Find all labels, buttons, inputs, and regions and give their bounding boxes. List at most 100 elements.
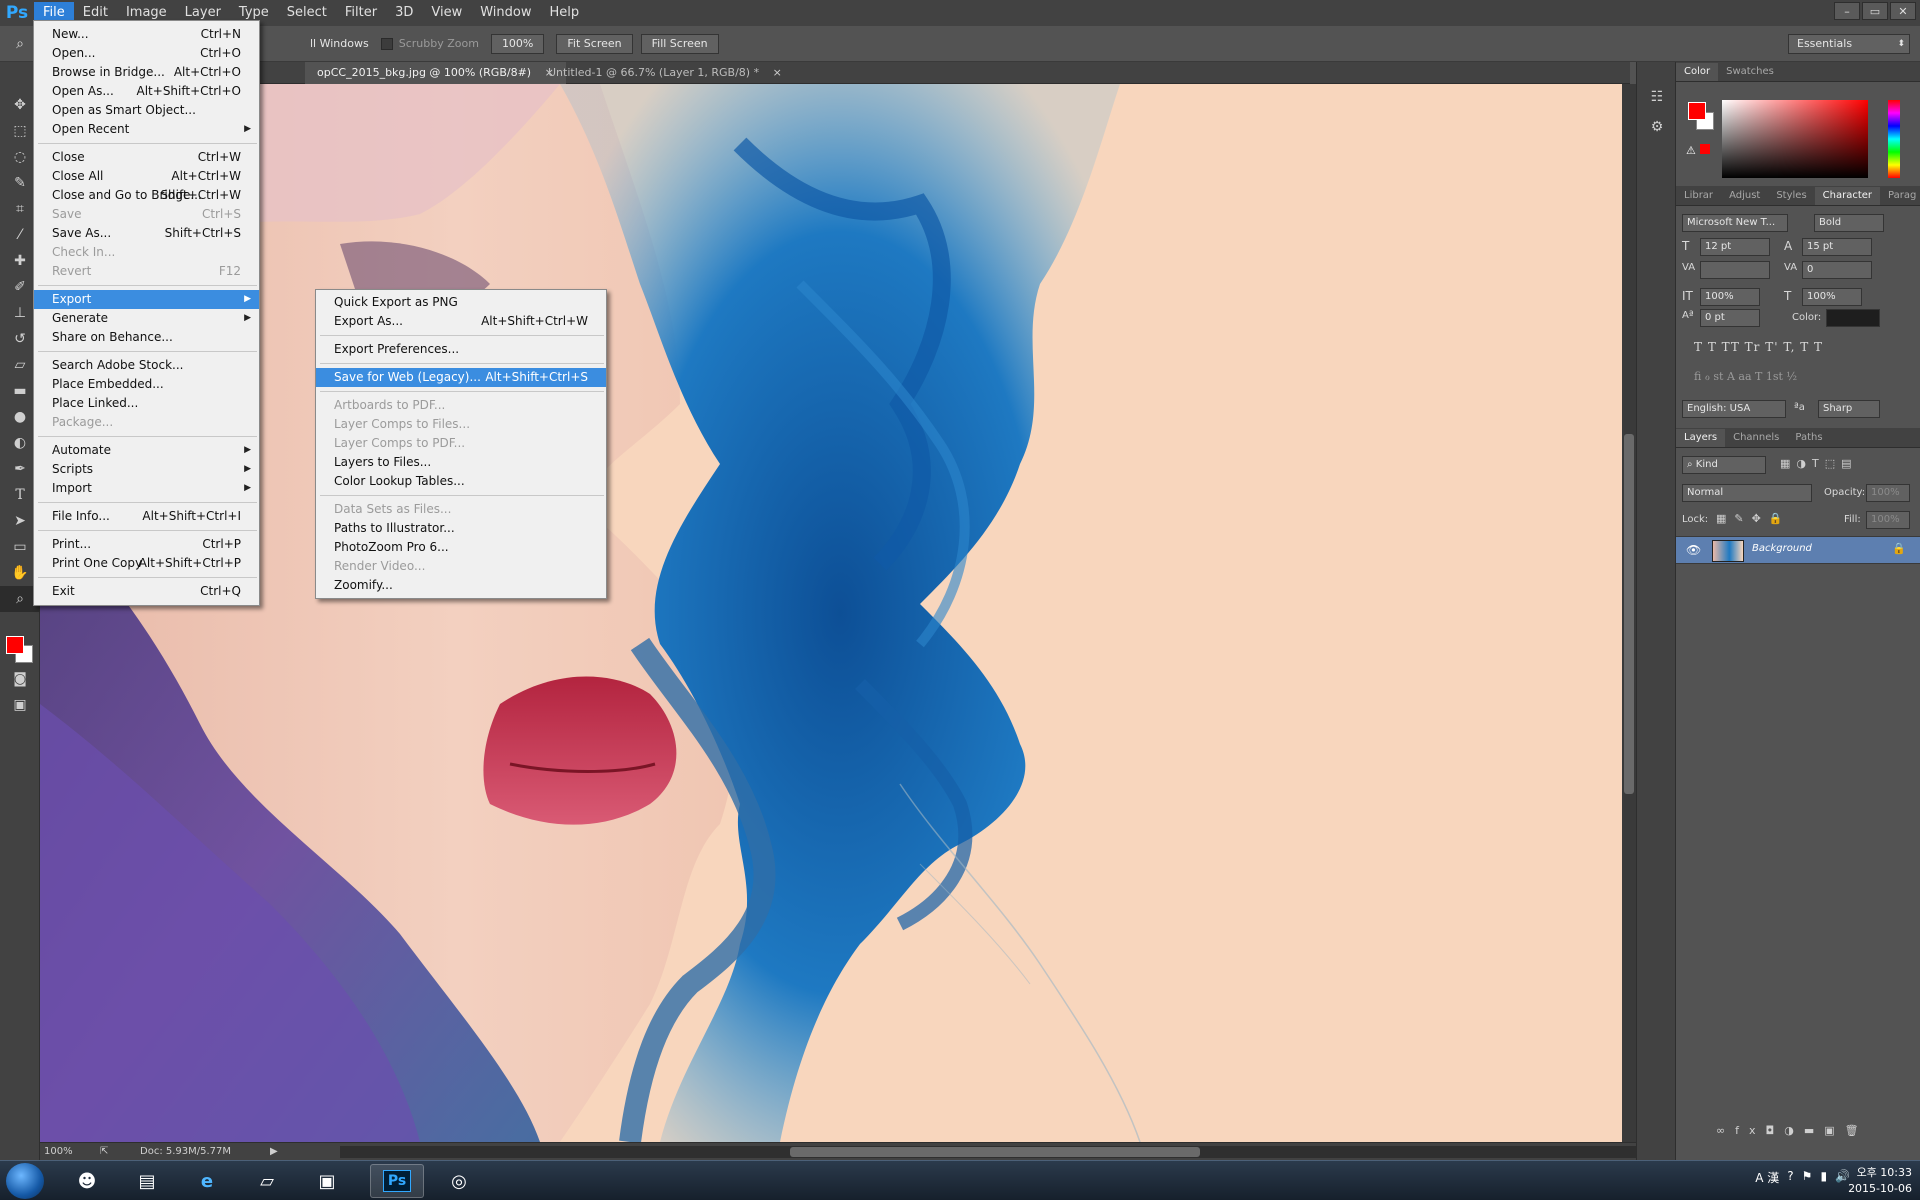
language-dropdown[interactable]: English: USA (1682, 400, 1786, 418)
color-picker-field[interactable] (1722, 100, 1868, 178)
opentype-buttons[interactable]: fi ℴ st A aa T 1st ½ (1694, 370, 1797, 383)
eye-icon[interactable]: 👁 (1686, 543, 1701, 557)
help-icon[interactable]: ? (1787, 1169, 1793, 1186)
close-icon[interactable]: × (773, 66, 782, 79)
opacity-field[interactable]: 100% (1866, 484, 1910, 502)
menu-item-close-go-to-bridge[interactable]: Close and Go to Bridge... Shift+Ctrl+W (34, 186, 259, 205)
quick-mask-icon[interactable]: ◙ (0, 666, 40, 692)
horizontal-scale-field[interactable]: 100% (1802, 288, 1862, 306)
menu-item-search-adobe-stock[interactable]: Search Adobe Stock... (34, 356, 259, 375)
properties-panel-icon[interactable]: ⚙ (1637, 112, 1677, 142)
menu-view[interactable]: View (422, 2, 471, 24)
scrubby-zoom-checkbox[interactable] (380, 37, 393, 50)
menu-item-close[interactable]: Close Ctrl+W (34, 148, 259, 167)
minimize-button[interactable]: – (1834, 2, 1860, 20)
layer-filter-icons[interactable]: ▦◑T⬚▤ (1780, 457, 1858, 470)
all-windows-label[interactable]: ll Windows (310, 37, 369, 50)
internet-explorer-icon[interactable]: e (180, 1164, 234, 1198)
type-style-buttons[interactable]: T T TT Tr T' T, T T (1694, 340, 1823, 354)
menu-window[interactable]: Window (471, 2, 540, 24)
zoom-level[interactable]: 100% (44, 1146, 100, 1157)
menu-item-save-as[interactable]: Save As... Shift+Ctrl+S (34, 224, 259, 243)
tab-paths[interactable]: Paths (1787, 429, 1830, 447)
users-app-icon[interactable]: ☻ (60, 1164, 114, 1198)
menu-item-paths-to-illustrator[interactable]: Paths to Illustrator... (316, 519, 606, 538)
flag-icon[interactable]: ⚑ (1802, 1169, 1813, 1186)
menu-item-print-one-copy[interactable]: Print One Copy Alt+Shift+Ctrl+P (34, 554, 259, 573)
fill-field[interactable]: 100% (1866, 511, 1910, 529)
menu-item-close-all[interactable]: Close All Alt+Ctrl+W (34, 167, 259, 186)
language-bar[interactable]: A 漢 (1755, 1169, 1779, 1186)
workspace-dropdown[interactable]: Essentials ⬍ (1788, 34, 1910, 54)
tab-channels[interactable]: Channels (1725, 429, 1787, 447)
scrollbar-thumb[interactable] (790, 1147, 1200, 1157)
vertical-scale-field[interactable]: 100% (1700, 288, 1760, 306)
horizontal-scrollbar[interactable] (340, 1146, 1650, 1158)
menu-item-open-recent[interactable]: Open Recent ▶ (34, 120, 259, 139)
document-canvas[interactable] (40, 84, 1622, 1142)
tab-libraries[interactable]: Librar (1676, 187, 1721, 205)
font-size-field[interactable]: 12 pt (1700, 238, 1770, 256)
menu-item-new[interactable]: New... Ctrl+N (34, 25, 259, 44)
fill-screen-button[interactable]: Fill Screen (640, 33, 719, 54)
explorer-icon[interactable]: ▤ (120, 1164, 174, 1198)
menu-item-browse-in-bridge[interactable]: Browse in Bridge... Alt+Ctrl+O (34, 63, 259, 82)
menu-item-save-for-web[interactable]: Save for Web (Legacy)... Alt+Shift+Ctrl+S (316, 368, 606, 387)
start-button[interactable] (6, 1163, 44, 1199)
menu-item-automate[interactable]: Automate ▶ (34, 441, 259, 460)
tab-color[interactable]: Color (1676, 63, 1719, 81)
tab-styles[interactable]: Styles (1768, 187, 1814, 205)
lock-icons[interactable]: ▦✎✥🔒 (1716, 512, 1791, 525)
menu-item-quick-export-png[interactable]: Quick Export as PNG (316, 293, 606, 312)
restore-button[interactable]: ▭ (1862, 2, 1888, 20)
gamut-color-swatch[interactable] (1700, 144, 1710, 154)
menu-item-open-as[interactable]: Open As... Alt+Shift+Ctrl+O (34, 82, 259, 101)
menu-item-layers-to-files[interactable]: Layers to Files... (316, 453, 606, 472)
menu-item-export[interactable]: Export ▶ (34, 290, 259, 309)
tracking-field[interactable]: 0 (1802, 261, 1872, 279)
kerning-field[interactable] (1700, 261, 1770, 279)
menu-item-open[interactable]: Open... Ctrl+O (34, 44, 259, 63)
save-app-icon[interactable]: ▣ (300, 1164, 354, 1198)
text-color-swatch[interactable] (1826, 309, 1880, 327)
color-swatches[interactable] (6, 636, 36, 666)
menu-item-color-lookup-tables[interactable]: Color Lookup Tables... (316, 472, 606, 491)
menu-item-export-as[interactable]: Export As... Alt+Shift+Ctrl+W (316, 312, 606, 331)
antialias-dropdown[interactable]: Sharp (1818, 400, 1880, 418)
hue-slider[interactable] (1888, 100, 1900, 178)
fit-screen-button[interactable]: Fit Screen (556, 33, 633, 54)
panel-foreground-swatch-top[interactable] (1688, 102, 1706, 120)
layer-name[interactable]: Background (1752, 543, 1812, 554)
menu-item-scripts[interactable]: Scripts ▶ (34, 460, 259, 479)
zoom-100-button[interactable]: 100% (490, 33, 545, 54)
menu-item-zoomify[interactable]: Zoomify... (316, 576, 606, 595)
leading-field[interactable]: 15 pt (1802, 238, 1872, 256)
font-style-dropdown[interactable]: Bold (1814, 214, 1884, 232)
menu-item-print[interactable]: Print... Ctrl+P (34, 535, 259, 554)
screen-mode-icon[interactable]: ▣ (0, 692, 40, 718)
tab-document-1[interactable]: opCC_2015_bkg.jpg @ 100% (RGB/8#) × (305, 62, 566, 84)
tab-character[interactable]: Character (1814, 187, 1881, 205)
layer-row-background[interactable]: 👁 Background 🔒 (1676, 536, 1920, 564)
network-icon[interactable]: ▮ (1820, 1169, 1827, 1186)
notebook-app-icon[interactable]: ▱ (240, 1164, 294, 1198)
menu-item-export-preferences[interactable]: Export Preferences... (316, 340, 606, 359)
history-panel-icon[interactable]: ☷ (1637, 82, 1677, 112)
menu-filter[interactable]: Filter (336, 2, 386, 24)
photoshop-taskbar-icon[interactable]: Ps (370, 1164, 424, 1198)
menu-item-place-embedded[interactable]: Place Embedded... (34, 375, 259, 394)
tab-paragraph[interactable]: Parag (1880, 187, 1920, 205)
close-window-button[interactable]: ✕ (1890, 2, 1916, 20)
menu-item-file-info[interactable]: File Info... Alt+Shift+Ctrl+I (34, 507, 259, 526)
menu-item-photozoom-pro[interactable]: PhotoZoom Pro 6... (316, 538, 606, 557)
tab-document-2[interactable]: Untitled-1 @ 66.7% (Layer 1, RGB/8) * × (536, 62, 794, 84)
vertical-scrollbar[interactable] (1622, 84, 1636, 1142)
blend-mode-dropdown[interactable]: Normal (1682, 484, 1812, 502)
menu-item-share-on-behance[interactable]: Share on Behance... (34, 328, 259, 347)
tab-adjustments[interactable]: Adjust (1721, 187, 1768, 205)
menu-item-open-smart-object[interactable]: Open as Smart Object... (34, 101, 259, 120)
baseline-shift-field[interactable]: 0 pt (1700, 309, 1760, 327)
menu-item-exit[interactable]: Exit Ctrl+Q (34, 582, 259, 601)
menu-item-place-linked[interactable]: Place Linked... (34, 394, 259, 413)
tab-layers[interactable]: Layers (1676, 429, 1726, 447)
